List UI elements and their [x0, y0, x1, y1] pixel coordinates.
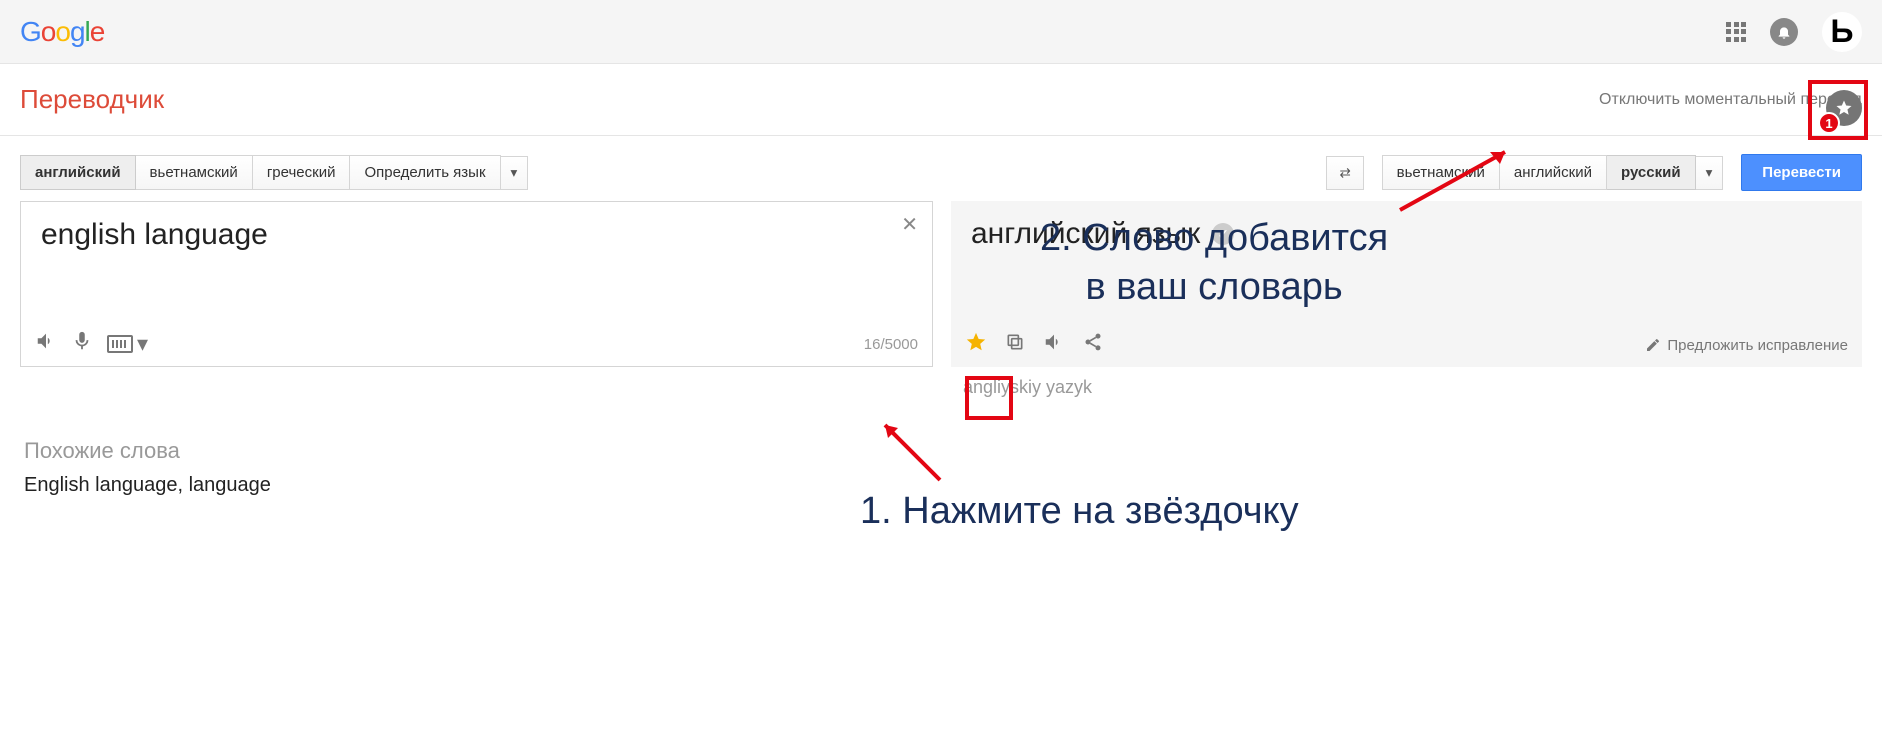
suggest-edit-link[interactable]: Предложить исправление: [1645, 337, 1848, 354]
language-row: английский вьетнамский греческий Определ…: [0, 136, 1882, 201]
related-title: Похожие слова: [24, 438, 1858, 464]
translate-button[interactable]: Перевести: [1741, 154, 1862, 191]
transliteration: angliyskiy yazyk: [959, 367, 1882, 398]
swap-languages-button[interactable]: ⇄: [1326, 156, 1363, 190]
keyboard-icon[interactable]: ▾: [107, 331, 148, 357]
app-title: Переводчик: [20, 84, 164, 115]
listen-source-icon[interactable]: [35, 330, 57, 358]
clear-source-button[interactable]: ✕: [901, 212, 918, 237]
src-lang-tab-0[interactable]: английский: [20, 155, 136, 190]
phrasebook-badge: 1: [1818, 112, 1840, 134]
src-lang-tab-2[interactable]: греческий: [253, 155, 351, 190]
dst-lang-tab-2[interactable]: русский: [1607, 155, 1696, 190]
notifications-icon[interactable]: [1770, 18, 1798, 46]
top-bar: Google Ь: [0, 0, 1882, 64]
source-panel: english language ✕ ▾ 16/5000: [20, 201, 933, 367]
dst-lang-tab-1[interactable]: английский: [1500, 155, 1607, 190]
dst-lang-more[interactable]: ▾: [1696, 156, 1724, 190]
account-avatar[interactable]: Ь: [1822, 12, 1862, 52]
listen-target-icon[interactable]: [1043, 331, 1065, 359]
source-textarea[interactable]: english language: [41, 218, 868, 252]
google-logo[interactable]: Google: [20, 16, 104, 48]
copy-icon[interactable]: [1005, 332, 1025, 358]
save-star-icon[interactable]: [965, 331, 987, 359]
mic-icon[interactable]: [71, 330, 93, 358]
sub-bar: Переводчик Отключить моментальный перево…: [0, 64, 1882, 136]
char-count: 16/5000: [864, 336, 918, 353]
annotation-step1-text: 1. Нажмите на звёздочку: [860, 490, 1299, 533]
annotation-step2-text: 2. Слово добавится в ваш словарь: [1040, 214, 1388, 313]
src-lang-tab-1[interactable]: вьетнамский: [136, 155, 253, 190]
share-icon[interactable]: [1083, 332, 1103, 358]
src-lang-more[interactable]: ▾: [501, 156, 529, 190]
src-lang-detect[interactable]: Определить язык: [350, 155, 500, 190]
apps-icon[interactable]: [1726, 22, 1746, 42]
disable-instant-link[interactable]: Отключить моментальный перевод: [1599, 91, 1862, 109]
dst-lang-tab-0[interactable]: вьетнамский: [1382, 155, 1500, 190]
